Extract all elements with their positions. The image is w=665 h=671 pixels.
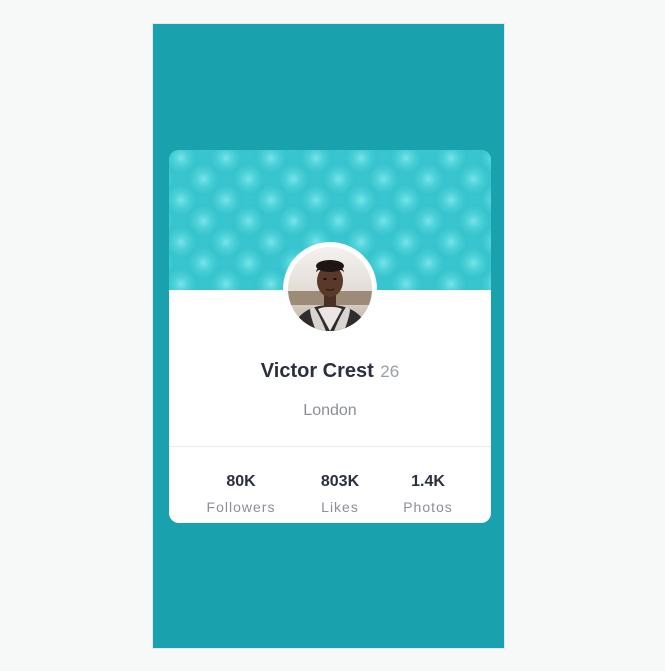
profile-location: London <box>303 402 357 419</box>
stat-likes[interactable]: 803K Likes <box>307 472 373 516</box>
stat-label: Likes <box>321 499 359 515</box>
profile-age: 26 <box>380 362 400 381</box>
avatar-photo-icon <box>288 247 372 331</box>
stat-value: 80K <box>226 473 256 490</box>
stat-value: 1.4K <box>411 473 445 490</box>
profile-heading: Victor Crest 26 <box>169 360 491 383</box>
stat-followers[interactable]: 80K Followers <box>201 472 281 516</box>
stat-label: Photos <box>403 499 453 515</box>
stat-value: 803K <box>320 473 360 490</box>
profile-name: Victor Crest <box>260 360 374 382</box>
stats-divider <box>169 446 491 447</box>
profile-card: Victor Crest 26 London 80K Followers 803… <box>169 150 491 523</box>
phone-screen: Victor Crest 26 London 80K Followers 803… <box>152 23 505 649</box>
avatar[interactable] <box>288 247 372 331</box>
stat-label: Followers <box>206 499 276 515</box>
avatar-frame <box>283 242 377 336</box>
stat-photos[interactable]: 1.4K Photos <box>395 472 461 516</box>
